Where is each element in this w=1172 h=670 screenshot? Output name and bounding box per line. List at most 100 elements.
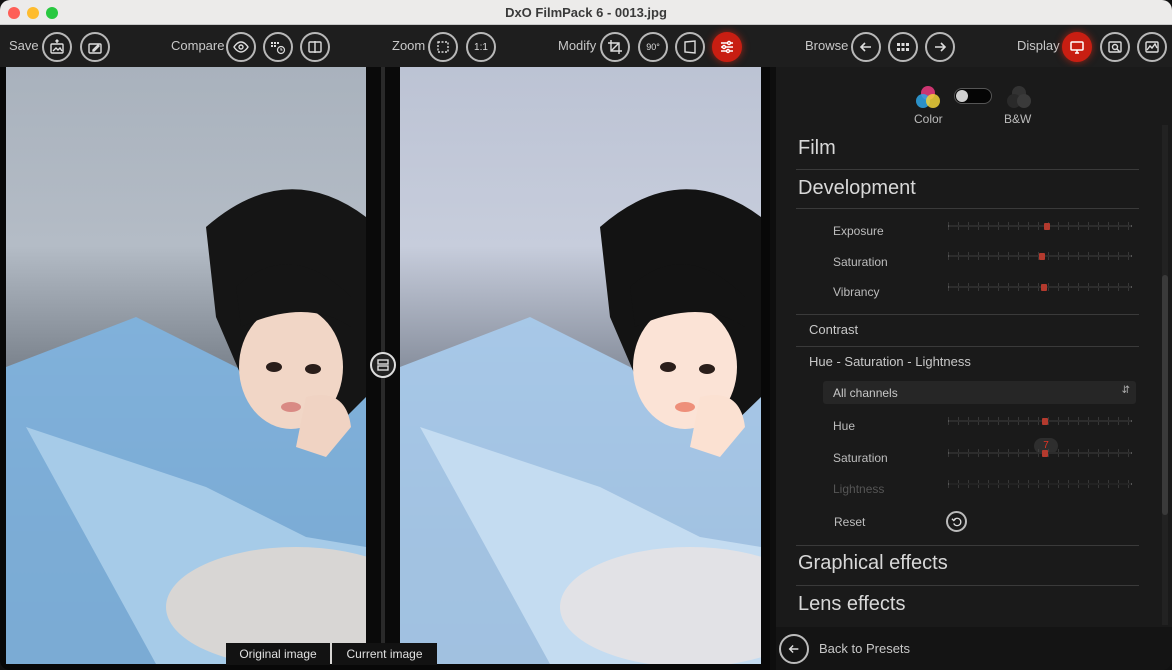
current-image-caption: Current image	[332, 643, 437, 665]
sliders-icon	[721, 40, 733, 54]
splitter-handle[interactable]	[370, 352, 396, 378]
save-label: Save	[9, 38, 39, 53]
exposure-label: Exposure	[833, 224, 884, 238]
exposure-slider[interactable]	[948, 222, 1132, 230]
vibrancy-slider[interactable]	[948, 283, 1132, 291]
section-hsl[interactable]: Hue - Saturation - Lightness	[809, 354, 971, 369]
divider	[796, 169, 1139, 170]
panel-scroll-thumb[interactable]	[1162, 275, 1168, 515]
compare-eye-button[interactable]	[226, 32, 256, 62]
reset-button[interactable]	[946, 511, 967, 532]
color-mode-label: Color	[914, 112, 943, 126]
share-image-button[interactable]	[80, 32, 110, 62]
compare-splitter[interactable]	[366, 67, 400, 664]
eye-icon	[233, 41, 249, 53]
edit-share-icon	[88, 43, 102, 54]
grid-view-button[interactable]	[888, 32, 918, 62]
zoom-label: Zoom	[392, 38, 426, 53]
section-contrast[interactable]: Contrast	[809, 322, 858, 337]
divider	[796, 208, 1139, 209]
exposure-slider-thumb[interactable]	[1044, 223, 1051, 230]
split-view-button[interactable]	[300, 32, 330, 62]
section-film[interactable]: Film	[798, 137, 836, 160]
hsl-saturation-label: Saturation	[833, 451, 888, 465]
original-photo	[6, 67, 366, 664]
toggle-knob	[956, 90, 968, 102]
next-image-button[interactable]	[925, 32, 955, 62]
reset-label: Reset	[834, 515, 866, 529]
previous-image-button[interactable]	[851, 32, 881, 62]
lightness-label: Lightness	[833, 482, 885, 496]
fullscreen-display-button[interactable]	[1062, 32, 1092, 62]
modify-label: Modify	[558, 38, 597, 53]
loupe-icon	[1108, 41, 1122, 53]
divider	[796, 545, 1139, 546]
channel-select[interactable]: All channels ⇵	[823, 381, 1136, 404]
image-viewer: Original image Current image	[0, 67, 770, 670]
hsl-saturation-slider-thumb[interactable]	[1042, 450, 1049, 457]
hue-slider[interactable]	[948, 417, 1132, 425]
panel-scrollbar[interactable]	[1162, 125, 1168, 625]
saturation-slider-thumb[interactable]	[1038, 253, 1045, 260]
hsl-saturation-slider[interactable]	[948, 449, 1132, 457]
channel-select-value: All channels	[833, 386, 898, 400]
zoom-1to1-button[interactable]: 1:1	[466, 32, 496, 62]
browse-label: Browse	[805, 38, 849, 53]
zoom-fit-icon	[437, 41, 449, 53]
split-view-icon	[308, 41, 322, 53]
monitor-icon	[1070, 41, 1084, 54]
back-to-presets-label[interactable]: Back to Presets	[819, 641, 910, 656]
divider	[796, 314, 1139, 315]
app-window: DxO FilmPack 6 - 0013.jpg Save Compare Z…	[0, 0, 1172, 670]
histogram-button[interactable]	[1137, 32, 1167, 62]
vibrancy-slider-thumb[interactable]	[1040, 284, 1047, 291]
grid-icon	[897, 43, 909, 51]
rotate-icon: 90°	[646, 42, 660, 52]
zoom-fit-button[interactable]	[428, 32, 458, 62]
title-bar: DxO FilmPack 6 - 0013.jpg	[0, 0, 1172, 25]
section-lens-effects[interactable]: Lens effects	[798, 593, 905, 616]
zoom-1to1-label: 1:1	[474, 41, 488, 53]
original-image-caption: Original image	[226, 643, 330, 665]
lightness-slider	[948, 480, 1132, 488]
histogram-icon	[1145, 41, 1159, 53]
export-image-button[interactable]	[42, 32, 72, 62]
current-portrait-figure	[400, 189, 761, 664]
bw-mode-label: B&W	[1004, 112, 1032, 126]
arrow-right-icon	[935, 42, 947, 52]
grid-clock-icon	[271, 42, 286, 55]
color-mode-icon[interactable]	[913, 84, 943, 110]
window-title: DxO FilmPack 6 - 0013.jpg	[505, 5, 667, 20]
divider	[796, 585, 1139, 586]
saturation-slider[interactable]	[948, 252, 1132, 260]
current-photo	[400, 67, 761, 664]
chevron-updown-icon: ⇵	[1121, 385, 1130, 396]
section-development[interactable]: Development	[798, 177, 916, 200]
display-label: Display	[1017, 38, 1060, 53]
compare-history-button[interactable]	[263, 32, 293, 62]
saturation-label: Saturation	[833, 255, 888, 269]
color-bw-toggle[interactable]	[954, 88, 992, 104]
bw-mode-icon[interactable]	[1004, 84, 1034, 110]
back-to-presets-button[interactable]	[779, 634, 809, 664]
hue-label: Hue	[833, 419, 856, 433]
vibrancy-label: Vibrancy	[833, 285, 880, 299]
toolbar: Save Compare Zoom 1:1 Modify 90° Browse …	[0, 25, 1172, 67]
loupe-button[interactable]	[1100, 32, 1130, 62]
section-graphical-effects[interactable]: Graphical effects	[798, 552, 948, 575]
arrow-left-icon	[788, 645, 799, 653]
divider	[796, 346, 1139, 347]
crop-icon	[608, 40, 622, 54]
hue-slider-thumb[interactable]	[1042, 418, 1049, 425]
perspective-icon	[684, 40, 696, 54]
compare-label: Compare	[171, 38, 225, 53]
original-portrait-figure	[6, 189, 366, 664]
rotate-button[interactable]: 90°	[638, 32, 668, 62]
perspective-button[interactable]	[675, 32, 705, 62]
undo-icon	[951, 517, 962, 527]
export-image-icon	[50, 39, 64, 54]
split-handle-icon	[377, 359, 389, 371]
crop-button[interactable]	[600, 32, 630, 62]
adjustments-button[interactable]	[712, 32, 742, 62]
arrow-left-icon	[859, 42, 871, 52]
